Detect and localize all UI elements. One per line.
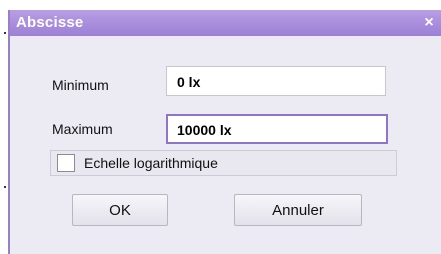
stray-dot-middle <box>4 186 6 188</box>
maximum-input[interactable]: 10000 lx <box>166 114 388 144</box>
title-bar[interactable]: Abscisse × <box>10 10 441 36</box>
maximum-label: Maximum <box>52 121 113 137</box>
cancel-button[interactable]: Annuler <box>234 194 362 226</box>
stray-dot-top <box>4 32 6 34</box>
minimum-input[interactable]: 0 lx <box>166 66 386 96</box>
log-scale-checkbox[interactable] <box>57 154 75 172</box>
log-scale-label: Echelle logarithmique <box>84 155 218 171</box>
close-icon[interactable]: × <box>417 10 441 36</box>
abscisse-dialog: Abscisse × Minimum 0 lx Maximum 10000 lx… <box>8 10 441 254</box>
minimum-label: Minimum <box>52 77 109 93</box>
log-scale-option[interactable]: Echelle logarithmique <box>50 150 397 176</box>
dialog-title: Abscisse <box>16 14 84 31</box>
ok-button[interactable]: OK <box>72 194 168 226</box>
